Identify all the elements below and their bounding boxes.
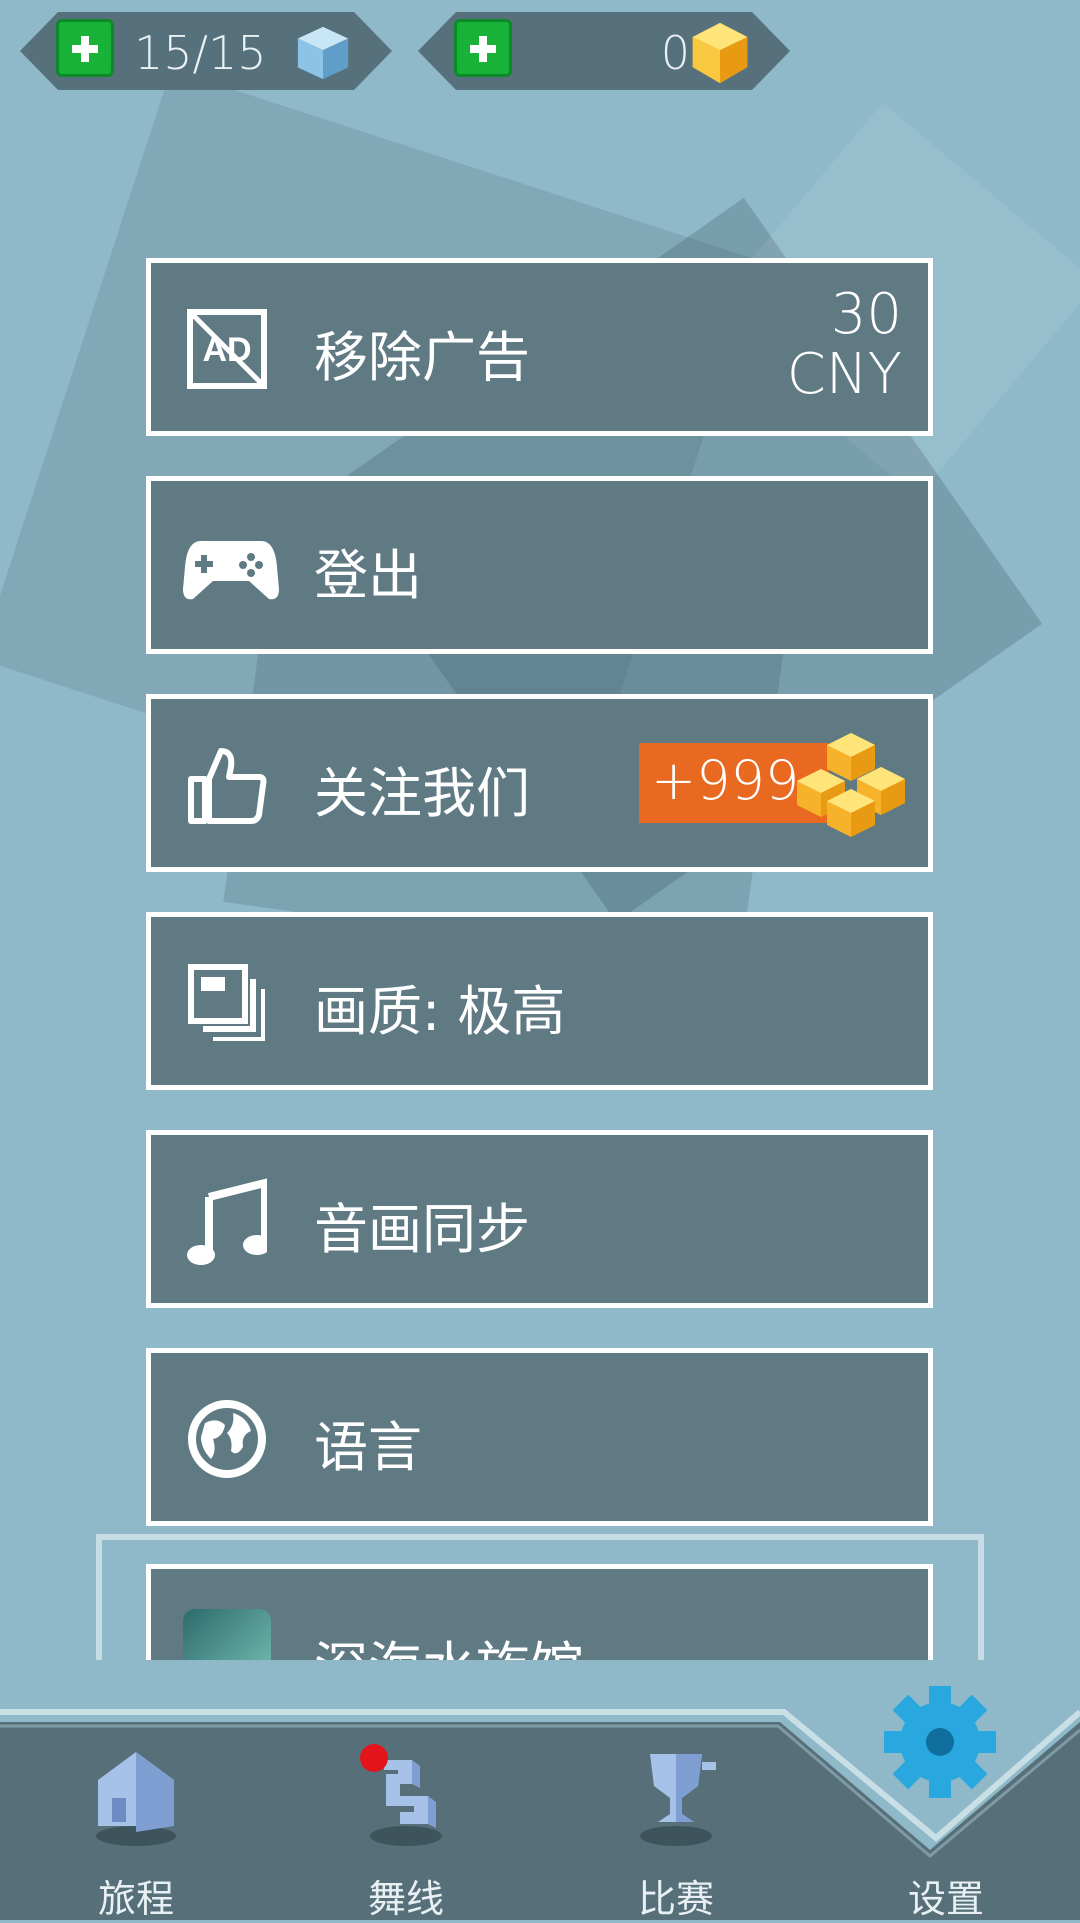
nav-dance-line-tab[interactable]: 舞线 bbox=[296, 1700, 516, 1921]
follow-us-label: 关注我们 bbox=[314, 762, 530, 825]
nav-journey-label: 旅程 bbox=[97, 1877, 174, 1921]
nav-dance-line-label: 舞线 bbox=[367, 1877, 444, 1921]
reward-amount: +999 bbox=[651, 749, 800, 812]
bottom-navigation: 旅程 舞线 比赛 设置 bbox=[0, 1686, 1080, 1921]
music-note-icon bbox=[187, 1178, 267, 1265]
thumbs-up-icon bbox=[188, 748, 267, 824]
remove-ads-button[interactable]: AD 移除广告 30 CNY bbox=[146, 258, 933, 436]
quality-icon bbox=[188, 964, 265, 1041]
logout-button[interactable]: 登出 bbox=[146, 476, 933, 654]
price-label: 30 CNY bbox=[787, 285, 902, 405]
add-gems-button[interactable] bbox=[454, 19, 512, 77]
promo-label: 深海水族馆 bbox=[314, 1623, 584, 1660]
gamepad-icon bbox=[183, 541, 279, 600]
nav-competition-label: 比赛 bbox=[637, 1877, 714, 1921]
promo-aquarium-button[interactable]: 深海水族馆 bbox=[146, 1564, 933, 1660]
house-icon bbox=[96, 1752, 176, 1846]
logout-label: 登出 bbox=[314, 544, 422, 607]
price-amount: 30 bbox=[830, 282, 902, 347]
nav-journey-tab[interactable]: 旅程 bbox=[26, 1700, 246, 1921]
promo-section: 深海水族馆 bbox=[0, 1280, 1080, 1660]
price-currency: CNY bbox=[786, 342, 902, 407]
life-counter: 15/15 bbox=[20, 12, 392, 90]
no-ads-icon: AD bbox=[187, 309, 267, 389]
whale-thumbnail bbox=[183, 1609, 271, 1660]
trophy-icon bbox=[640, 1754, 716, 1846]
life-count: 15/15 bbox=[134, 26, 267, 80]
remove-ads-label: 移除广告 bbox=[314, 326, 530, 389]
follow-us-button[interactable]: 关注我们 +999 bbox=[146, 694, 933, 872]
gem-counter: 0 bbox=[418, 12, 790, 90]
nav-settings-label: 设置 bbox=[907, 1877, 984, 1921]
gear-icon bbox=[884, 1686, 996, 1798]
ice-cube-icon bbox=[294, 22, 352, 82]
quality-label: 画质: 极高 bbox=[314, 980, 566, 1043]
nav-settings-tab[interactable]: 设置 bbox=[836, 1686, 1056, 1921]
nav-competition-tab[interactable]: 比赛 bbox=[566, 1700, 786, 1921]
notification-dot bbox=[360, 1744, 388, 1772]
quality-setting-button[interactable]: 画质: 极高 bbox=[146, 912, 933, 1090]
av-sync-label: 音画同步 bbox=[314, 1198, 530, 1261]
gold-gem-icon bbox=[686, 20, 754, 86]
gem-pile-icon bbox=[797, 733, 905, 837]
add-life-button[interactable] bbox=[56, 19, 114, 77]
